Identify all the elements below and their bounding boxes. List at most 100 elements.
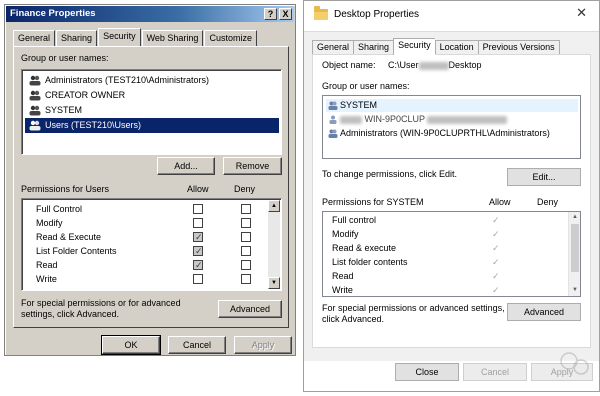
deny-checkbox[interactable]: [241, 274, 251, 284]
finance-properties-dialog: Finance Properties ? X General Sharing S…: [4, 4, 296, 356]
permission-row: Read ✓: [22, 258, 269, 272]
permissions-list: Full Control Modify Read & Execute ✓ Lis…: [21, 198, 282, 291]
tab-general[interactable]: General: [13, 30, 56, 46]
list-item-label: Users (TEST210\Users): [45, 120, 142, 130]
allow-checkbox-checked[interactable]: ✓: [193, 260, 203, 270]
cancel-button[interactable]: Cancel: [463, 363, 527, 381]
permission-label: Write: [332, 285, 353, 295]
allow-checkbox[interactable]: [193, 204, 203, 214]
change-permissions-text: To change permissions, click Edit.: [322, 169, 458, 179]
check-icon: ✓: [492, 229, 500, 239]
list-item[interactable]: WIN-9P0CLUP: [326, 113, 508, 126]
scroll-up-arrow-icon[interactable]: ▲: [268, 200, 280, 212]
tab-previous-versions[interactable]: Previous Versions: [477, 40, 560, 54]
list-item-selected[interactable]: SYSTEM: [326, 99, 578, 112]
check-icon: ✓: [492, 257, 500, 267]
close-icon[interactable]: ✕: [576, 5, 587, 21]
permissions-scrollbar[interactable]: ▲ ▼: [568, 212, 580, 296]
redacted-text: [427, 115, 508, 124]
check-icon: ✓: [195, 260, 203, 270]
user-icon: [329, 115, 337, 124]
tab-location[interactable]: Location: [434, 40, 478, 54]
permissions-label: Permissions for Users: [21, 184, 110, 194]
permission-row: List Folder Contents ✓: [22, 244, 269, 258]
tab-sharing[interactable]: Sharing: [56, 30, 98, 46]
deny-checkbox[interactable]: [241, 218, 251, 228]
check-icon: ✓: [492, 215, 500, 225]
cancel-button[interactable]: Cancel: [168, 336, 226, 354]
deny-header: Deny: [537, 197, 559, 207]
tab-strip: General Sharing Security Web Sharing Cus…: [13, 28, 258, 46]
tab-web-sharing[interactable]: Web Sharing: [141, 30, 204, 46]
deny-header: Deny: [234, 184, 256, 194]
remove-button[interactable]: Remove: [223, 157, 282, 175]
permission-row: List folder contents ✓: [323, 255, 567, 269]
list-item[interactable]: Administrators (WIN-9P0CLUPRTHL\Administ…: [326, 127, 550, 140]
list-item-selected[interactable]: Users (TEST210\Users): [25, 118, 279, 133]
scroll-up-arrow-icon[interactable]: ▲: [569, 212, 581, 223]
list-item[interactable]: CREATOR OWNER: [25, 88, 279, 103]
scroll-down-arrow-icon[interactable]: ▼: [268, 277, 280, 289]
add-button[interactable]: Add...: [157, 157, 215, 175]
tab-general[interactable]: General: [312, 40, 354, 54]
scroll-thumb[interactable]: [571, 224, 579, 272]
tab-sharing[interactable]: Sharing: [353, 40, 394, 54]
permission-label: Modify: [36, 218, 63, 228]
user-list[interactable]: SYSTEM WIN-9P0CLUP Administrators (WIN-9…: [322, 95, 581, 159]
allow-checkbox[interactable]: [193, 218, 203, 228]
help-button[interactable]: ?: [264, 8, 277, 20]
group-label: Group or user names:: [322, 81, 410, 91]
advanced-button[interactable]: Advanced: [218, 300, 282, 318]
permission-label: Modify: [332, 229, 359, 239]
permissions-scrollbar[interactable]: ▲ ▼: [268, 200, 280, 289]
advanced-button[interactable]: Advanced: [507, 303, 581, 321]
close-button[interactable]: X: [279, 8, 292, 20]
ok-button[interactable]: OK: [101, 335, 161, 355]
permission-label: List Folder Contents: [36, 246, 117, 256]
scroll-down-arrow-icon[interactable]: ▼: [569, 285, 581, 296]
allow-header: Allow: [187, 184, 209, 194]
folder-icon: [314, 6, 328, 20]
deny-checkbox[interactable]: [241, 204, 251, 214]
permission-row: Full Control: [22, 202, 269, 216]
deny-checkbox[interactable]: [241, 246, 251, 256]
tab-security[interactable]: Security: [393, 38, 435, 55]
tab-customize[interactable]: Customize: [204, 30, 257, 46]
apply-button[interactable]: Apply: [234, 336, 292, 354]
permission-row: Modify ✓: [323, 227, 567, 241]
user-group-icon: [29, 120, 41, 131]
dialog-title: Finance Properties: [10, 8, 96, 19]
edit-button[interactable]: Edit...: [507, 168, 581, 186]
object-name-prefix: C:\User: [388, 60, 419, 70]
dialog-title: Desktop Properties: [334, 9, 420, 20]
permission-row: Read ✓: [323, 269, 567, 283]
allow-checkbox-checked[interactable]: ✓: [193, 232, 203, 242]
permission-label: Read: [332, 271, 354, 281]
list-item-label: WIN-9P0CLUP: [364, 114, 425, 124]
user-list[interactable]: Administrators (TEST210\Administrators) …: [21, 69, 282, 155]
title-bar: Finance Properties ? X: [6, 6, 294, 22]
permission-label: Write: [36, 274, 57, 284]
object-name-label: Object name:: [322, 60, 376, 70]
deny-checkbox[interactable]: [241, 260, 251, 270]
tab-security[interactable]: Security: [98, 28, 141, 46]
permission-label: List folder contents: [332, 257, 408, 267]
list-item[interactable]: Administrators (TEST210\Administrators): [25, 73, 279, 88]
advanced-help-text: For special permissions or for advanced …: [21, 298, 181, 319]
allow-checkbox[interactable]: [193, 274, 203, 284]
permission-row: Read & Execute ✓: [22, 230, 269, 244]
permission-row: Write: [22, 272, 269, 286]
list-item-label: Administrators (WIN-9P0CLUPRTHL\Administ…: [340, 128, 550, 138]
advanced-help-text-2: click Advanced.: [322, 314, 385, 324]
allow-checkbox-checked[interactable]: ✓: [193, 246, 203, 256]
user-group-icon: [29, 90, 41, 101]
deny-checkbox[interactable]: [241, 232, 251, 242]
close-button[interactable]: Close: [395, 363, 459, 381]
advanced-help-text-1: For special permissions or advanced sett…: [322, 303, 505, 313]
list-item-label: SYSTEM: [340, 100, 378, 110]
list-item[interactable]: SYSTEM: [25, 103, 279, 118]
check-icon: ✓: [492, 285, 500, 295]
permission-label: Read & Execute: [36, 232, 102, 242]
user-group-icon: [29, 105, 41, 116]
user-group-icon: [29, 75, 41, 86]
